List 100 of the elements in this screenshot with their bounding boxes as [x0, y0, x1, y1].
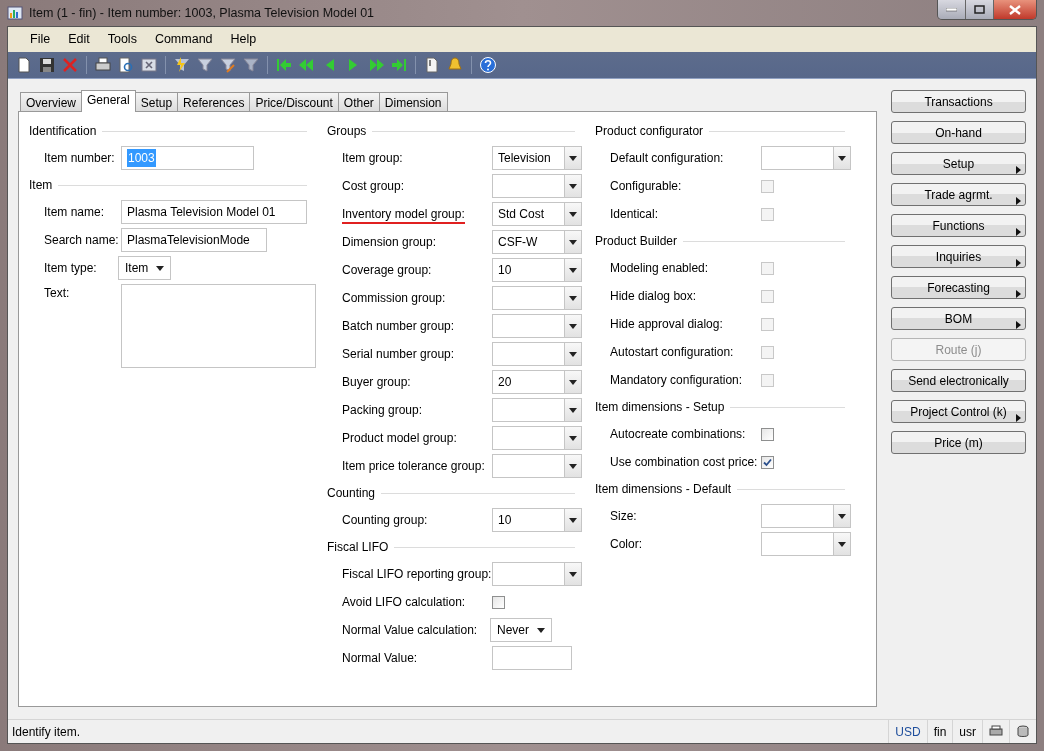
tab[interactable]: Overview	[20, 92, 82, 111]
combo-box[interactable]: 10	[492, 258, 582, 282]
spreadsheet-icon[interactable]	[140, 56, 158, 74]
side-button[interactable]: Transactions	[891, 90, 1026, 113]
side-button[interactable]: On-hand	[891, 121, 1026, 144]
combo-box[interactable]: 20	[492, 370, 582, 394]
combo-box[interactable]: Television	[492, 146, 582, 170]
combo-box[interactable]	[492, 314, 582, 338]
document-attach-icon[interactable]	[423, 56, 441, 74]
input-field[interactable]	[492, 646, 572, 670]
submenu-arrow-icon	[1016, 289, 1021, 298]
next-page-icon[interactable]	[367, 56, 385, 74]
maximize-icon	[974, 5, 985, 14]
input-field[interactable]: Plasma Television Model 01	[121, 200, 307, 224]
print-icon[interactable]	[94, 56, 112, 74]
field-label: Item number:	[44, 151, 115, 165]
group-heading: Identification	[29, 123, 97, 140]
previous-page-icon[interactable]	[298, 56, 316, 74]
side-button[interactable]: Forecasting	[891, 276, 1026, 299]
field-label: Coverage group:	[342, 263, 432, 277]
combo-box[interactable]	[761, 504, 851, 528]
submenu-arrow-icon	[1016, 258, 1021, 267]
side-button[interactable]: BOM	[891, 307, 1026, 330]
combo-box[interactable]	[492, 342, 582, 366]
filter-icon[interactable]	[196, 56, 214, 74]
last-record-icon[interactable]	[390, 56, 408, 74]
combo-box[interactable]	[492, 286, 582, 310]
combo-box[interactable]	[492, 174, 582, 198]
checkbox[interactable]	[761, 455, 774, 469]
group-heading: Product Builder	[595, 233, 678, 250]
combo-box[interactable]	[492, 562, 582, 586]
dropdown-arrow-icon	[569, 323, 577, 329]
field-label: Inventory model group:	[342, 207, 465, 224]
menu-item[interactable]: File	[21, 30, 60, 49]
dropdown-arrow-icon	[569, 183, 577, 189]
combo-box[interactable]	[761, 146, 851, 170]
dropdown-arrow-icon	[838, 155, 846, 161]
close-button[interactable]	[994, 0, 1036, 19]
minimize-button[interactable]	[938, 0, 966, 19]
filter-clear-icon[interactable]	[242, 56, 260, 74]
side-button[interactable]: Functions	[891, 214, 1026, 237]
field-label: Normal Value calculation:	[342, 623, 478, 637]
combo-box[interactable]: Std Cost	[492, 202, 582, 226]
dropdown-arrow-icon	[569, 239, 577, 245]
side-button[interactable]: Setup	[891, 152, 1026, 175]
tab[interactable]: General	[81, 90, 136, 112]
combo-box[interactable]	[492, 454, 582, 478]
side-button[interactable]: Send electronically	[891, 369, 1026, 392]
text-area[interactable]	[121, 284, 316, 368]
combo-box[interactable]	[492, 426, 582, 450]
field-label: Item name:	[44, 205, 105, 219]
tab[interactable]: Other	[337, 92, 380, 111]
help-icon[interactable]	[479, 56, 497, 74]
new-document-icon[interactable]	[15, 56, 33, 74]
field-label: Modeling enabled:	[610, 261, 709, 275]
tab[interactable]: Setup	[134, 92, 179, 111]
menu-item[interactable]: Command	[145, 30, 222, 49]
input-field[interactable]: PlasmaTelevisionMode	[121, 228, 267, 252]
company-indicator: fin	[926, 720, 953, 743]
group-heading: Groups	[327, 123, 367, 140]
field-label: Batch number group:	[342, 319, 455, 333]
group-heading: Product configurator	[595, 123, 704, 140]
side-button[interactable]: Trade agrmt.	[891, 183, 1026, 206]
side-button[interactable]: Price (m)	[891, 431, 1026, 454]
field-label: Identical:	[610, 207, 659, 221]
field-label: Normal Value:	[342, 651, 418, 665]
menu-item[interactable]: Help	[221, 30, 266, 49]
tab[interactable]: Price/Discount	[249, 92, 339, 111]
combo-box[interactable]	[761, 532, 851, 556]
dropdown-arrow-icon	[569, 295, 577, 301]
side-button[interactable]: Project Control (k)	[891, 400, 1026, 423]
combo-box[interactable]	[492, 398, 582, 422]
menu-item[interactable]: Tools	[98, 30, 146, 49]
app-icon	[7, 5, 23, 21]
checkbox[interactable]	[492, 595, 505, 609]
tab[interactable]: References	[177, 92, 251, 111]
lightning-filter-icon[interactable]	[173, 56, 191, 74]
combo-box[interactable]: CSF-W	[492, 230, 582, 254]
field-label: Item price tolerance group:	[342, 459, 485, 473]
dropdown-arrow-icon	[569, 435, 577, 441]
dropdown[interactable]: Never	[490, 618, 552, 642]
tab[interactable]: Dimension	[378, 92, 448, 111]
printer-icon[interactable]	[989, 725, 1003, 738]
group-heading: Item dimensions - Default	[595, 481, 732, 498]
field-label: Cost group:	[342, 179, 405, 193]
maximize-button[interactable]	[966, 0, 994, 19]
menu-item[interactable]: Edit	[59, 30, 99, 49]
print-preview-icon[interactable]	[117, 56, 135, 74]
dropdown[interactable]: Item	[118, 256, 172, 280]
filter-edit-icon[interactable]	[219, 56, 237, 74]
field-label: Autostart configuration:	[610, 345, 734, 359]
first-record-icon[interactable]	[275, 56, 293, 74]
combo-box[interactable]: 10	[492, 508, 582, 532]
save-icon[interactable]	[38, 56, 56, 74]
currency-indicator: USD	[888, 720, 927, 743]
field-label: Fiscal LIFO reporting group:	[342, 567, 492, 581]
database-icon[interactable]	[1016, 725, 1030, 738]
field-label: Search name:	[44, 233, 119, 247]
checkbox[interactable]	[761, 427, 774, 441]
side-button[interactable]: Inquiries	[891, 245, 1026, 268]
